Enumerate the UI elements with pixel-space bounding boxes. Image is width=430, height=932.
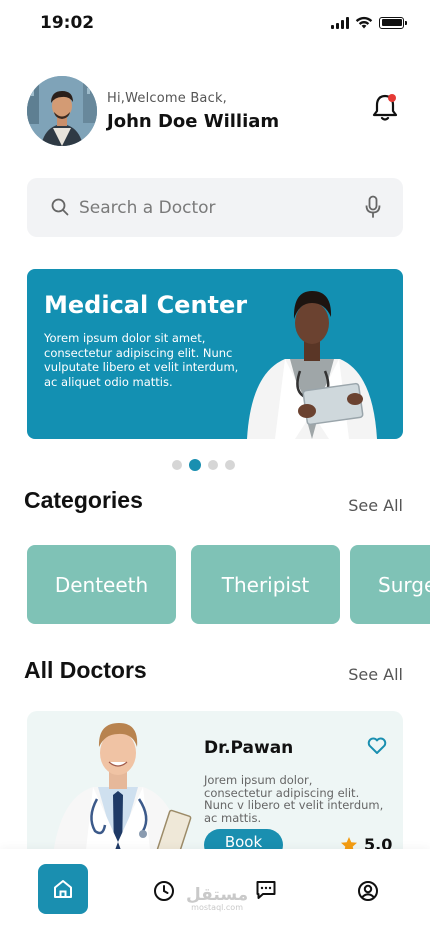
- nav-history-button[interactable]: [152, 879, 176, 903]
- doctor-card[interactable]: Dr.Pawan Jorem ipsum dolor, consectetur …: [27, 711, 403, 871]
- avatar[interactable]: [27, 76, 97, 146]
- watermark-logo: مستقل mostaql.com: [186, 887, 248, 912]
- nav-profile-button[interactable]: [356, 879, 380, 903]
- banner-text: Yorem ipsum dolor sit amet, consectetur …: [44, 331, 239, 389]
- greeting-text: Hi,Welcome Back,: [107, 91, 228, 106]
- banner-title: Medical Center: [44, 291, 248, 319]
- profile-icon: [358, 881, 378, 901]
- doctor-photo: [51, 723, 192, 871]
- carousel-dot-active[interactable]: [189, 459, 201, 471]
- status-icons: [331, 16, 407, 29]
- bottom-navigation: مستقل mostaql.com: [0, 849, 430, 932]
- promo-banner[interactable]: Medical Center Yorem ipsum dolor sit ame…: [27, 269, 403, 439]
- categories-title: Categories: [24, 487, 143, 513]
- watermark-arabic: مستقل: [186, 885, 249, 905]
- carousel-dot[interactable]: [172, 460, 182, 470]
- doctor-description: Jorem ipsum dolor, consectetur adipiscin…: [204, 773, 384, 825]
- user-name: John Doe William: [107, 111, 280, 132]
- category-card[interactable]: Surgeon: [350, 545, 430, 624]
- categories-see-all-link[interactable]: See All: [348, 496, 403, 515]
- nav-home-button[interactable]: [38, 864, 88, 914]
- watermark-latin: mostaql.com: [191, 903, 243, 912]
- home-icon: [54, 880, 72, 898]
- search-icon: [51, 198, 69, 216]
- search-input[interactable]: [79, 178, 349, 237]
- carousel-dot[interactable]: [208, 460, 218, 470]
- doctors-see-all-link[interactable]: See All: [348, 665, 403, 684]
- status-time: 19:02: [40, 13, 95, 33]
- category-card[interactable]: Denteeth: [27, 545, 176, 624]
- carousel-dot[interactable]: [225, 460, 235, 470]
- search-bar[interactable]: [27, 178, 403, 237]
- battery-icon: [379, 16, 407, 29]
- clock-icon: [154, 881, 174, 901]
- banner-doctor-illustration: [247, 291, 377, 439]
- wifi-icon: [355, 16, 373, 29]
- signal-icon: [331, 16, 349, 29]
- microphone-icon[interactable]: [365, 195, 381, 219]
- favorite-heart-icon[interactable]: [367, 737, 387, 755]
- carousel-pagination: [172, 459, 235, 471]
- chat-icon: [256, 881, 276, 899]
- status-bar: 19:02: [0, 0, 430, 50]
- notification-badge: [388, 94, 396, 102]
- category-card[interactable]: Theripist: [191, 545, 340, 624]
- doctor-name: Dr.Pawan: [204, 738, 294, 758]
- nav-messages-button[interactable]: [254, 878, 278, 902]
- all-doctors-title: All Doctors: [24, 657, 147, 683]
